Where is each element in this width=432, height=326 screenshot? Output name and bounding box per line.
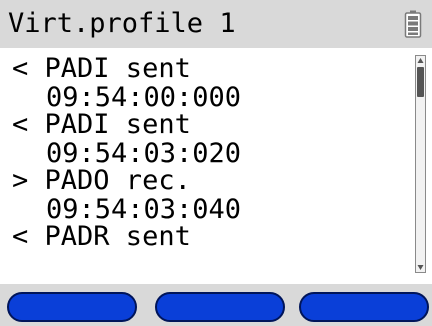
battery-icon bbox=[404, 10, 422, 38]
direction-marker: < bbox=[12, 109, 29, 140]
scroll-up-arrow-icon[interactable] bbox=[417, 57, 424, 64]
direction-marker: < bbox=[12, 53, 29, 84]
log-entry-message: < PADI sent bbox=[12, 110, 191, 140]
log-entry-message: > PADO rec. bbox=[12, 166, 191, 196]
log-entry: < PADI sent 09:54:00:000 bbox=[0, 50, 412, 113]
softkey-2-button[interactable] bbox=[155, 292, 285, 322]
device-screen: Virt.profile 1 < PADI sent 09:54:00:000 … bbox=[0, 0, 432, 326]
softkey-3-button[interactable] bbox=[299, 292, 429, 322]
direction-marker: > bbox=[12, 165, 29, 196]
log-entry: < PADI sent 09:54:03:020 bbox=[0, 106, 412, 169]
log-entry: > PADO rec. 09:54:03:040 bbox=[0, 162, 412, 225]
softkey-1-button[interactable] bbox=[7, 292, 137, 322]
softkey-bar bbox=[0, 284, 432, 326]
message-text: PADI sent bbox=[44, 53, 191, 84]
message-text: PADO rec. bbox=[44, 165, 191, 196]
scrollbar-thumb[interactable] bbox=[417, 67, 424, 97]
log-entry-message: < PADI sent bbox=[12, 54, 191, 84]
scrollbar[interactable] bbox=[415, 55, 426, 273]
log-entry: < PADR sent bbox=[0, 218, 412, 274]
title-bar: Virt.profile 1 bbox=[0, 0, 432, 48]
message-text: PADI sent bbox=[44, 109, 191, 140]
message-text: PADR sent bbox=[44, 221, 191, 252]
scroll-down-arrow-icon[interactable] bbox=[417, 264, 424, 271]
log-entry-message: < PADR sent bbox=[12, 222, 191, 252]
event-log[interactable]: < PADI sent 09:54:00:000 < PADI sent 09:… bbox=[0, 50, 412, 276]
page-title: Virt.profile 1 bbox=[8, 8, 236, 39]
direction-marker: < bbox=[12, 221, 29, 252]
